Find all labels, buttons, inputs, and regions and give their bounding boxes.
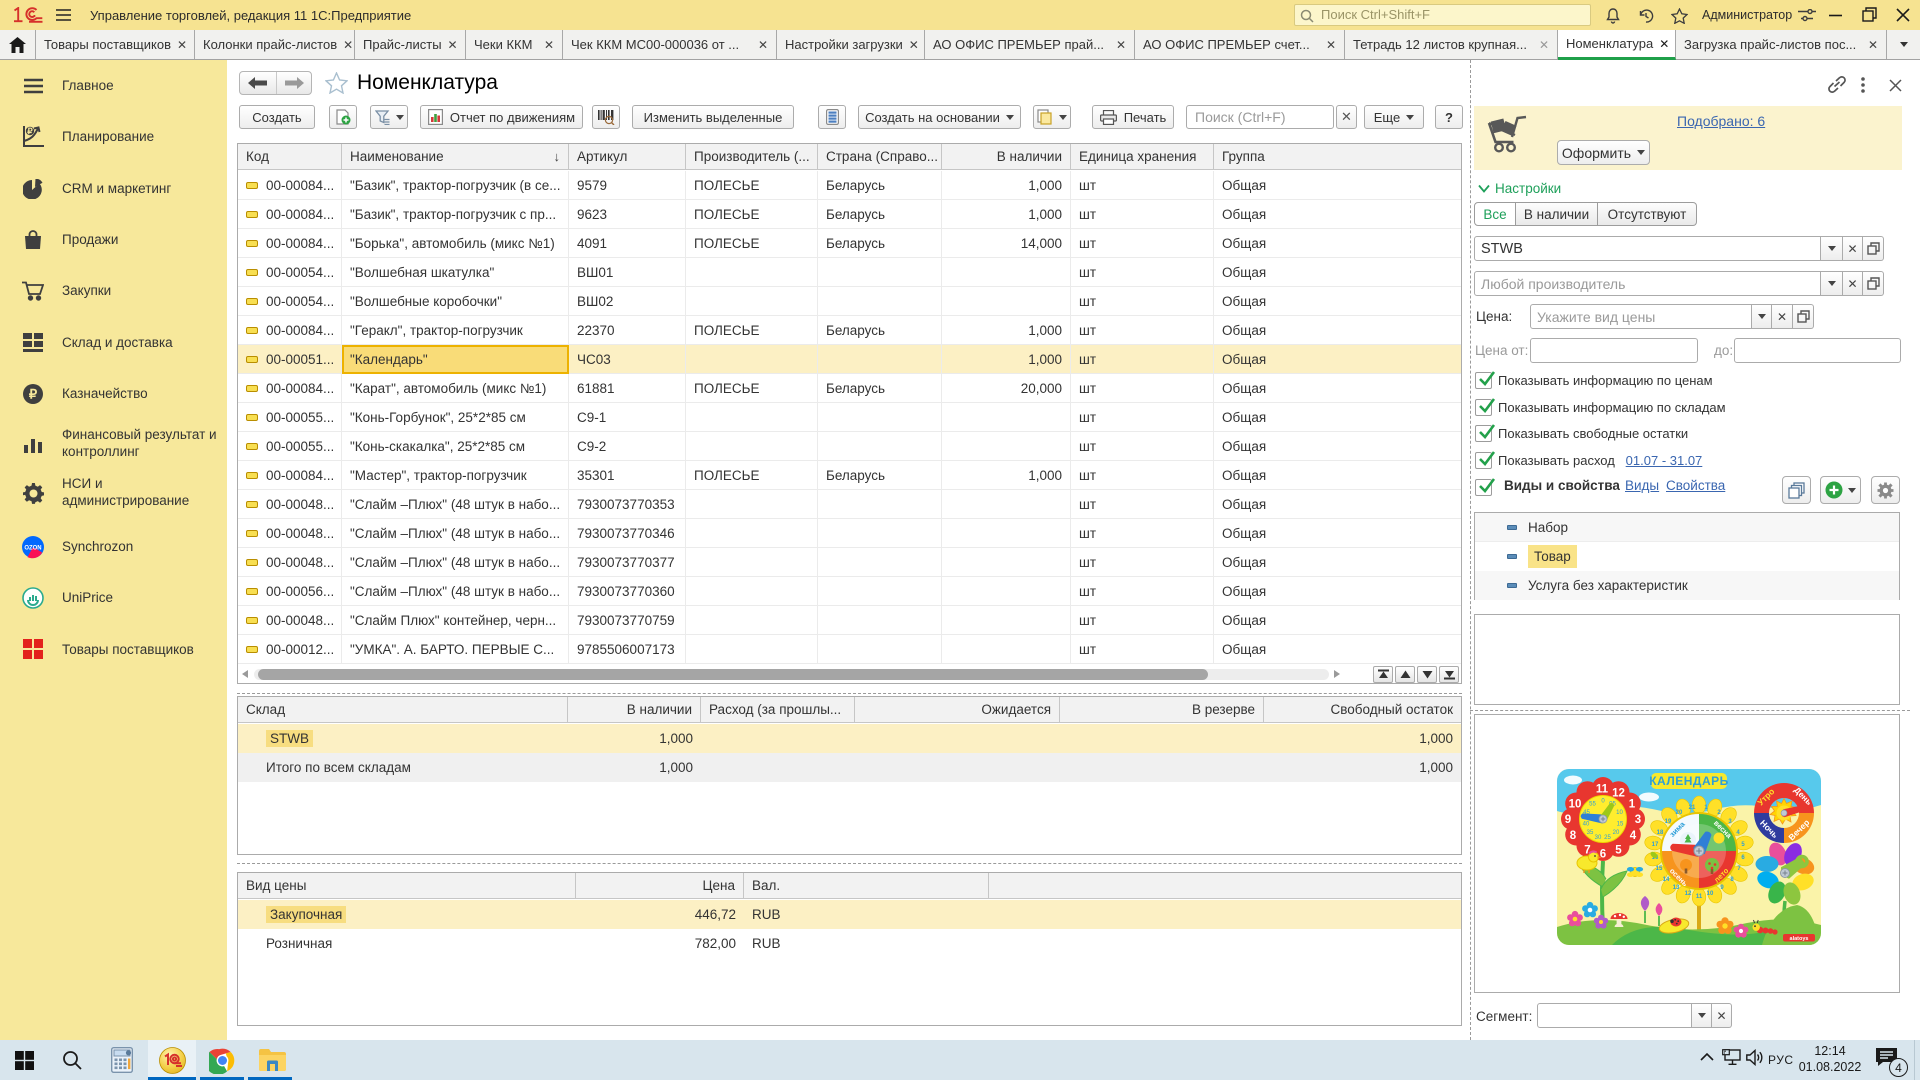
svg-text:alatoys: alatoys <box>1790 936 1809 942</box>
svg-text:10: 10 <box>1569 799 1582 811</box>
svg-text:9: 9 <box>1565 814 1571 826</box>
svg-text:11: 11 <box>1596 784 1609 796</box>
svg-text:12: 12 <box>1685 891 1692 897</box>
svg-text:15: 15 <box>1617 822 1624 828</box>
svg-text:OZON: OZON <box>24 546 41 552</box>
svg-text:20: 20 <box>1613 830 1620 836</box>
svg-text:10: 10 <box>1707 891 1714 897</box>
svg-text:35: 35 <box>1587 830 1594 836</box>
svg-text:14: 14 <box>1663 877 1670 883</box>
svg-text:1: 1 <box>1629 799 1636 811</box>
svg-text:₽: ₽ <box>29 387 38 402</box>
svg-text:17: 17 <box>1652 842 1659 848</box>
svg-text:4: 4 <box>1630 830 1637 842</box>
svg-text:6: 6 <box>1600 849 1606 861</box>
svg-text:30: 30 <box>1595 835 1602 841</box>
svg-text:21: 21 <box>1689 805 1696 811</box>
svg-text:5: 5 <box>1615 845 1622 857</box>
svg-text:55: 55 <box>1589 802 1596 808</box>
svg-text:10: 10 <box>1616 810 1623 816</box>
svg-text:40: 40 <box>1583 822 1590 828</box>
svg-text:20: 20 <box>1676 810 1683 816</box>
svg-text:11: 11 <box>1696 894 1703 900</box>
svg-text:8: 8 <box>1570 830 1577 842</box>
svg-text:3: 3 <box>1635 814 1641 826</box>
svg-text:15: 15 <box>1656 866 1663 872</box>
svg-text:13: 13 <box>1673 885 1680 891</box>
svg-text:25: 25 <box>1604 835 1611 841</box>
svg-text:18: 18 <box>1657 830 1664 836</box>
svg-text:КАЛЕНДАРЬ: КАЛЕНДАРЬ <box>1649 774 1729 788</box>
svg-text:₽: ₽ <box>27 126 33 136</box>
